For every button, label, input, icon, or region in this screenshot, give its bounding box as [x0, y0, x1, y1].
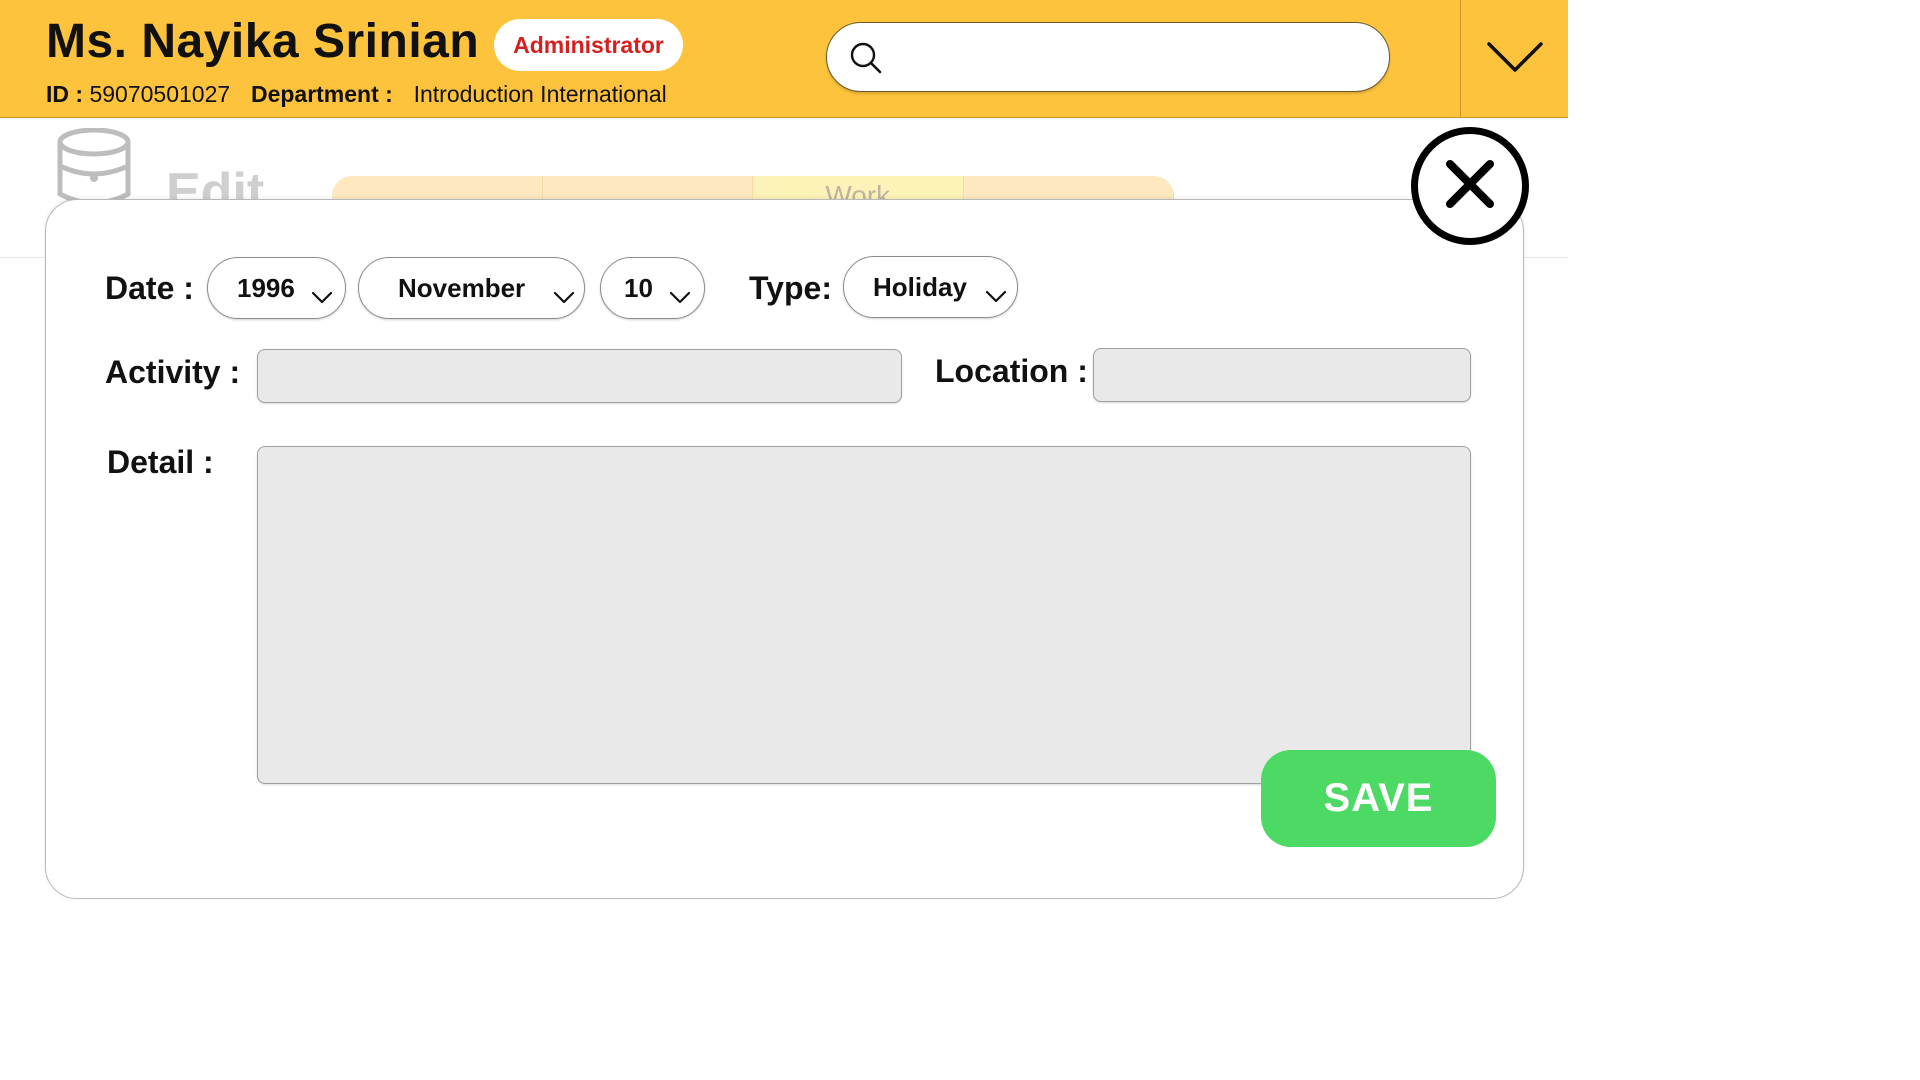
chevron-down-icon — [1486, 40, 1544, 79]
year-value: 1996 — [237, 272, 295, 303]
type-label: Type: — [749, 270, 832, 306]
chevron-down-icon — [669, 281, 691, 312]
close-icon — [1442, 156, 1498, 217]
month-select[interactable]: November — [358, 257, 585, 319]
department-label: Department : — [250, 81, 393, 107]
date-label: Date : — [105, 270, 194, 306]
detail-textarea[interactable] — [257, 446, 1471, 784]
save-button[interactable]: SAVE — [1261, 750, 1496, 847]
activity-label: Activity : — [105, 354, 241, 390]
year-select[interactable]: 1996 — [207, 257, 346, 319]
search-bar[interactable] — [826, 22, 1390, 92]
type-select[interactable]: Holiday — [843, 256, 1018, 318]
id-value: 59070501027 — [89, 81, 231, 107]
user-meta: ID : 59070501027 Department : Introducti… — [46, 81, 667, 108]
day-value: 10 — [624, 272, 653, 303]
activity-input[interactable] — [257, 349, 902, 403]
search-icon — [849, 41, 883, 80]
location-input[interactable] — [1093, 348, 1471, 402]
type-value: Holiday — [873, 271, 967, 302]
month-value: November — [398, 272, 526, 303]
chevron-down-icon — [985, 280, 1007, 311]
chevron-down-icon — [311, 281, 333, 312]
chevron-down-icon — [553, 281, 575, 312]
day-select[interactable]: 10 — [600, 257, 705, 319]
role-badge: Administrator — [494, 19, 683, 71]
close-button[interactable] — [1411, 127, 1529, 245]
user-name: Ms. Nayika Srinian — [46, 15, 480, 68]
id-label: ID : — [46, 81, 84, 107]
department-value: Introduction International — [413, 81, 667, 107]
menu-toggle-button[interactable] — [1460, 0, 1568, 118]
location-label: Location : — [935, 353, 1088, 389]
detail-label: Detail : — [107, 444, 214, 480]
app-header: Ms. Nayika Srinian Administrator ID : 59… — [0, 0, 1568, 118]
